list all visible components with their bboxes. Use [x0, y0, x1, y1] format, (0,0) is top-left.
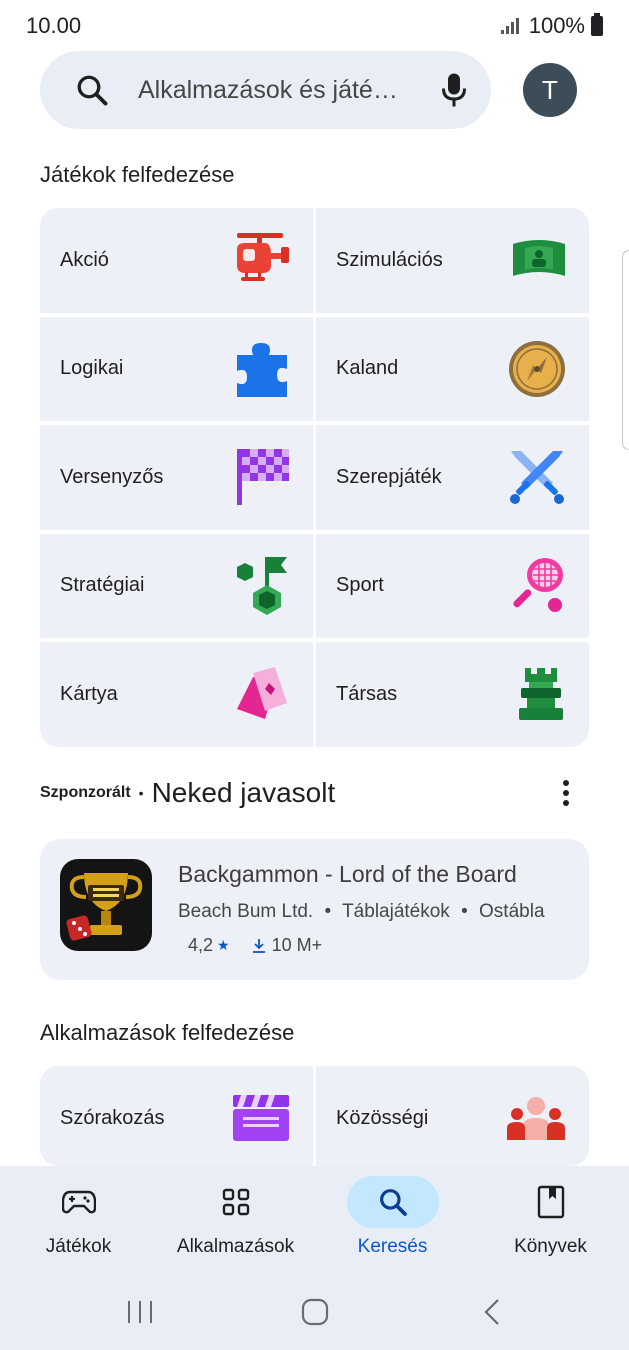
people-group-icon: [507, 1097, 565, 1140]
separator: •: [324, 901, 332, 922]
nav-item-books[interactable]: Könyvek: [472, 1176, 629, 1276]
category-tile-social[interactable]: Közösségi: [316, 1066, 589, 1166]
download-count: 10 M+: [271, 935, 323, 955]
category-label: Kártya: [60, 682, 118, 705]
category-label: Logikai: [60, 357, 124, 380]
home-button[interactable]: [275, 1282, 355, 1342]
helicopter-icon: [237, 233, 289, 282]
app-stats: 4,2 ★ 10 M+: [188, 935, 322, 956]
search-bar[interactable]: Alkalmazások és játé…: [40, 51, 491, 129]
status-indicators: 100%: [500, 13, 603, 39]
simulation-stage-icon: [513, 240, 565, 277]
category-tile-simulation[interactable]: Szimulációs: [316, 208, 589, 313]
chess-rook-icon: [519, 668, 563, 721]
search-icon: [379, 1189, 407, 1216]
separator: •: [138, 785, 144, 801]
battery-percent: 100%: [528, 13, 585, 38]
nav-label: Keresés: [357, 1236, 428, 1257]
category-tile-board[interactable]: Társas: [316, 642, 589, 747]
puzzle-piece-icon: [237, 342, 287, 397]
category-tile-roleplaying[interactable]: Szerepjáték: [316, 425, 589, 530]
category-tile-strategy[interactable]: Stratégiai: [40, 533, 313, 638]
apps-category-grid: Szórakozás Közösségi: [40, 1066, 589, 1166]
recommended-app-card[interactable]: Backgammon - Lord of the Board Beach Bum…: [40, 839, 589, 980]
status-time: 10.00: [26, 13, 82, 38]
app-rating: 4,2: [188, 935, 214, 955]
search-row: Alkalmazások és játé… T: [40, 51, 592, 129]
apps-section-title: Alkalmazások felfedezése: [40, 1020, 295, 1045]
category-label: Versenyzős: [60, 465, 164, 488]
category-label: Szerepjáték: [336, 465, 442, 488]
tennis-racket-icon: [513, 557, 563, 612]
nav-pill: [346, 1176, 439, 1228]
apps-grid-icon: [222, 1188, 249, 1216]
app-developer: Beach Bum Ltd.: [178, 901, 314, 922]
app-name: Backgammon - Lord of the Board: [178, 861, 517, 887]
app-category: Táblajátékok: [342, 901, 450, 922]
category-label: Közösségi: [336, 1106, 429, 1129]
scroll-handle[interactable]: [622, 250, 629, 450]
crossed-swords-icon: [510, 451, 564, 505]
category-label: Szimulációs: [336, 248, 443, 271]
category-tile-adventure[interactable]: Kaland: [316, 316, 589, 421]
mic-icon[interactable]: [439, 72, 469, 108]
recent-apps-button[interactable]: [100, 1282, 180, 1342]
category-label: Kaland: [336, 357, 399, 380]
app-meta: Beach Bum Ltd. • Táblajátékok • Ostábla: [178, 901, 545, 923]
category-label: Társas: [336, 682, 398, 705]
status-bar: 10.00 100%: [0, 0, 629, 52]
compass-icon: [509, 340, 565, 397]
nav-item-apps[interactable]: Alkalmazások: [157, 1176, 314, 1276]
system-navigation: [0, 1282, 629, 1342]
category-tile-logic[interactable]: Logikai: [40, 316, 313, 421]
category-tile-action[interactable]: Akció: [40, 208, 313, 313]
playing-cards-icon: [237, 667, 287, 720]
book-icon: [537, 1185, 564, 1219]
category-label: Akció: [60, 248, 109, 271]
more-options-icon[interactable]: [561, 779, 571, 807]
star-icon: ★: [217, 937, 230, 953]
gamepad-icon: [61, 1190, 96, 1214]
separator: •: [461, 901, 468, 922]
category-tile-racing[interactable]: Versenyzős: [40, 425, 313, 530]
category-label: Szórakozás: [60, 1106, 165, 1129]
app-tag: Ostábla: [479, 901, 545, 922]
nav-item-search[interactable]: Keresés: [314, 1176, 471, 1276]
clapperboard-icon: [233, 1095, 289, 1141]
avatar[interactable]: T: [523, 63, 577, 117]
nav-item-games[interactable]: Játékok: [0, 1176, 157, 1276]
search-input[interactable]: Alkalmazások és játé…: [138, 76, 429, 105]
sponsored-label: Szponzorált: [40, 784, 131, 801]
back-icon: [484, 1299, 499, 1325]
recommended-title: Neked javasolt: [151, 777, 336, 808]
nav-label: Könyvek: [514, 1236, 587, 1257]
games-section-title: Játékok felfedezése: [40, 162, 235, 187]
avatar-initial: T: [542, 74, 558, 105]
search-icon: [77, 75, 108, 106]
nav-pill: [190, 1176, 282, 1228]
nav-label: Játékok: [45, 1236, 112, 1257]
nav-pill: [505, 1176, 597, 1228]
download-icon: [252, 938, 265, 953]
category-tile-sport[interactable]: Sport: [316, 533, 589, 638]
nav-pill: [33, 1176, 125, 1228]
category-label: Sport: [336, 574, 384, 597]
games-category-grid: Akció Szimulációs Logikai Kaland Verseny…: [40, 208, 589, 747]
checkered-flag-icon: [237, 449, 289, 506]
category-tile-card[interactable]: Kártya: [40, 642, 313, 747]
strategy-flag-icon: [237, 556, 287, 615]
app-icon: [60, 859, 152, 951]
category-label: Stratégiai: [60, 574, 145, 597]
signal-icon: [500, 18, 519, 34]
home-icon: [301, 1298, 329, 1326]
back-button[interactable]: [452, 1282, 532, 1342]
nav-label: Alkalmazások: [176, 1236, 295, 1257]
battery-icon: [591, 13, 603, 36]
downloads: 10 M+: [252, 935, 323, 956]
recommended-header: Szponzorált • Neked javasolt: [40, 773, 589, 813]
category-tile-entertainment[interactable]: Szórakozás: [40, 1066, 313, 1166]
recent-apps-icon: [128, 1301, 152, 1323]
